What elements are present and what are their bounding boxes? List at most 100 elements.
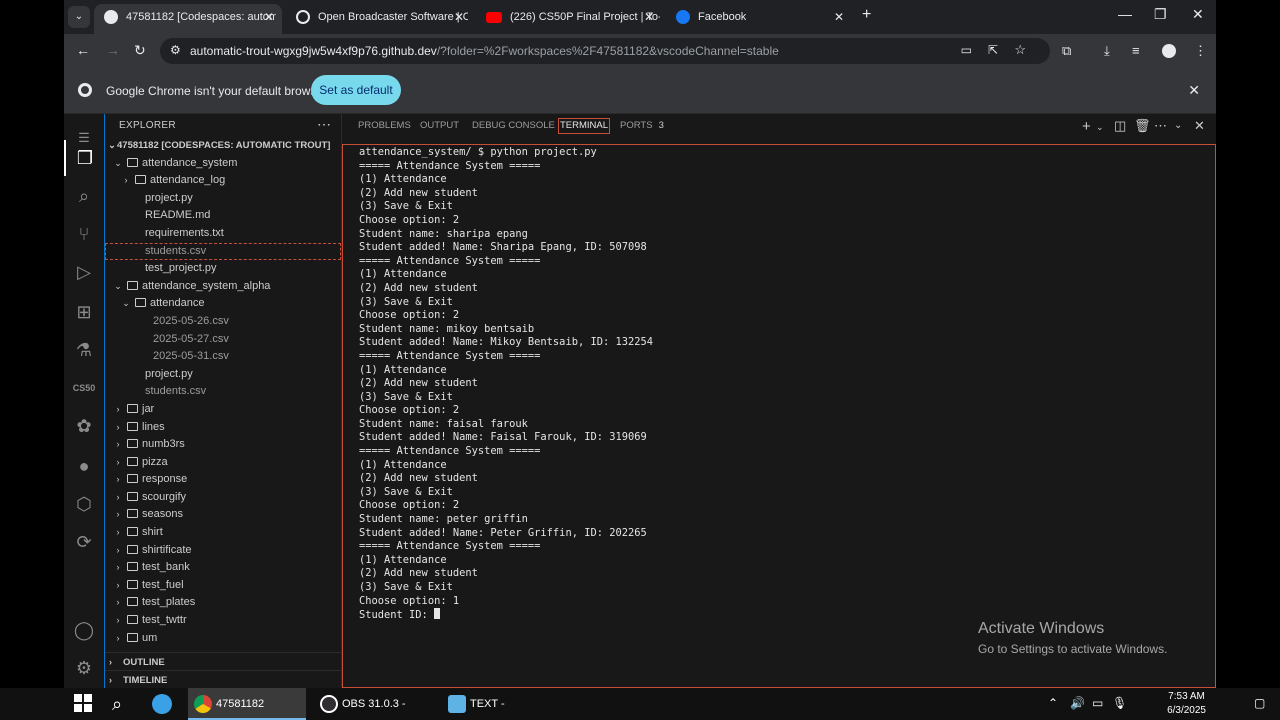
outline-section[interactable]: › OUTLINE: [105, 652, 341, 670]
taskbar-app-notepad[interactable]: TEXT - Notepad: [442, 688, 546, 720]
folder-item[interactable]: ⌄ attendance: [105, 295, 341, 313]
close-tab-icon[interactable]: ✕: [454, 4, 464, 30]
more-actions-icon[interactable]: ⋯: [317, 116, 331, 133]
new-tab-button[interactable]: +: [862, 6, 871, 24]
workspace-root[interactable]: ⌄47581182 [CODESPACES: AUTOMATIC TROUT]: [105, 137, 341, 155]
file-item[interactable]: test_project.py: [105, 260, 341, 278]
profile-avatar[interactable]: [1162, 44, 1176, 58]
back-arrow-icon[interactable]: ←: [76, 42, 90, 58]
tree-item-label: students.csv: [145, 244, 207, 257]
folder-item[interactable]: › shirt: [105, 524, 341, 542]
folder-item[interactable]: ⌄ attendance_system: [105, 155, 341, 173]
windows-start-icon[interactable]: [74, 694, 94, 714]
browser-tab-facebook[interactable]: Facebook ✕: [666, 4, 852, 34]
trash-icon[interactable]: 🗑: [1134, 118, 1151, 134]
testing-icon[interactable]: ⚗: [64, 332, 104, 368]
folder-item[interactable]: › test_bank: [105, 559, 341, 577]
microphone-icon[interactable]: 🎙: [1112, 696, 1127, 710]
minimize-icon[interactable]: —: [1118, 6, 1132, 22]
set-as-default-button[interactable]: Set as default: [311, 75, 401, 105]
speaker-icon[interactable]: 🔊: [1070, 696, 1085, 710]
file-item[interactable]: 2025-05-27.csv: [105, 331, 341, 349]
folder-item[interactable]: › attendance_log: [105, 172, 341, 190]
folder-item[interactable]: ⌄ attendance_system_alpha: [105, 278, 341, 296]
account-icon[interactable]: ◯: [64, 612, 104, 648]
network-icon[interactable]: ▭: [1092, 696, 1103, 710]
folder-item[interactable]: › lines: [105, 419, 341, 437]
source-control-icon[interactable]: ⑂: [64, 216, 104, 252]
folder-item[interactable]: › seasons: [105, 506, 341, 524]
folder-item[interactable]: › numb3rs: [105, 436, 341, 454]
folder-item[interactable]: › test_twttr: [105, 612, 341, 630]
folder-item[interactable]: › test_fuel: [105, 577, 341, 595]
folder-item[interactable]: › response: [105, 471, 341, 489]
tab-output[interactable]: OUTPUT: [420, 120, 459, 131]
file-item[interactable]: project.py: [105, 190, 341, 208]
more-actions-icon[interactable]: ⋯: [1154, 118, 1167, 134]
file-item[interactable]: students.csv: [105, 242, 341, 261]
run-debug-icon[interactable]: ▷: [64, 254, 104, 290]
extensions-icon[interactable]: ⧉: [1062, 43, 1071, 59]
new-terminal-icon[interactable]: +: [1082, 118, 1091, 135]
folder-item[interactable]: › pizza: [105, 454, 341, 472]
browser-tab-codespaces[interactable]: 47581182 [Codespaces: automa ✕: [94, 4, 282, 34]
folder-item[interactable]: › test_plates: [105, 594, 341, 612]
folder-item[interactable]: › jar: [105, 401, 341, 419]
github-icon[interactable]: ●: [64, 448, 104, 484]
download-icon[interactable]: ⤓: [1104, 43, 1110, 59]
window-close-icon[interactable]: ✕: [1192, 6, 1204, 23]
tab-problems[interactable]: PROBLEMS: [358, 120, 411, 131]
file-item[interactable]: 2025-05-26.csv: [105, 313, 341, 331]
file-item[interactable]: students.csv: [105, 383, 341, 401]
restore-icon[interactable]: ❐: [1154, 6, 1167, 23]
extensions-icon[interactable]: ⊞: [64, 294, 104, 330]
folder-item[interactable]: › um: [105, 630, 341, 648]
split-terminal-icon[interactable]: ◫: [1114, 118, 1126, 134]
search-icon[interactable]: ⌕: [112, 694, 132, 714]
remote-explorer-icon[interactable]: ⟳: [64, 524, 104, 560]
timeline-section[interactable]: › TIMELINE: [105, 670, 341, 688]
tab-search-button[interactable]: ⌄: [68, 6, 90, 28]
close-tab-icon[interactable]: ✕: [264, 4, 274, 30]
close-tab-icon[interactable]: ✕: [834, 4, 844, 30]
forward-arrow-icon[interactable]: →: [106, 42, 120, 58]
chrome-menu-icon[interactable]: ⋮: [1194, 43, 1207, 59]
browser-tab-youtube[interactable]: (226) CS50P Final Project | To-D ✕: [476, 4, 662, 34]
close-tab-icon[interactable]: ✕: [644, 4, 654, 30]
reload-icon[interactable]: ↻: [134, 42, 146, 59]
address-bar[interactable]: ⚙ automatic-trout-wgxg9jw5w4xf9p76.githu…: [160, 38, 1050, 64]
chevron-down-icon[interactable]: ⌄: [1174, 120, 1182, 131]
file-item[interactable]: requirements.txt: [105, 225, 341, 243]
file-item[interactable]: 2025-05-31.csv: [105, 348, 341, 366]
close-panel-icon[interactable]: ✕: [1194, 118, 1205, 134]
taskbar-app-chrome[interactable]: 47581182 [Codespa...: [188, 688, 306, 720]
terminal-view[interactable]: attendance_system/ $ python project.py ==…: [342, 144, 1216, 688]
media-control-icon[interactable]: ≡: [1132, 43, 1140, 58]
cube-icon[interactable]: ⬡: [64, 486, 104, 522]
cast-icon[interactable]: ▭: [961, 43, 972, 57]
file-item[interactable]: project.py: [105, 366, 341, 384]
infobar-close-icon[interactable]: ✕: [1188, 82, 1200, 99]
cs50-icon[interactable]: CS50: [64, 370, 104, 406]
tab-ports[interactable]: PORTS 3: [620, 120, 664, 131]
install-app-icon[interactable]: ⇱: [988, 43, 998, 57]
explorer-icon[interactable]: ❐: [64, 140, 104, 176]
chevron-up-icon[interactable]: ⌃: [1048, 696, 1058, 710]
edge-like-app-icon[interactable]: [152, 694, 172, 714]
browser-tab-obs[interactable]: Open Broadcaster Software | O ✕: [286, 4, 472, 34]
duck-icon[interactable]: ✿: [64, 408, 104, 444]
file-item[interactable]: README.md: [105, 207, 341, 225]
notifications-icon[interactable]: ▢: [1254, 696, 1265, 710]
clock[interactable]: 7:53 AM 6/3/2025: [1167, 690, 1206, 718]
site-info-icon[interactable]: ⚙: [170, 43, 181, 57]
chevron-down-icon[interactable]: ⌄: [1096, 122, 1104, 133]
tab-debug-console[interactable]: DEBUG CONSOLE: [472, 120, 555, 131]
search-icon[interactable]: ⌕: [64, 178, 104, 214]
manage-gear-icon[interactable]: ⚙: [64, 650, 104, 686]
bookmark-star-icon[interactable]: ☆: [1014, 42, 1026, 58]
folder-item[interactable]: › scourgify: [105, 489, 341, 507]
tab-terminal[interactable]: TERMINAL: [558, 118, 611, 134]
terminal-prompt-line[interactable]: Student ID:: [359, 608, 653, 622]
taskbar-app-obs[interactable]: OBS 31.0.3 - Profile:...: [314, 688, 440, 720]
folder-item[interactable]: › shirtificate: [105, 542, 341, 560]
